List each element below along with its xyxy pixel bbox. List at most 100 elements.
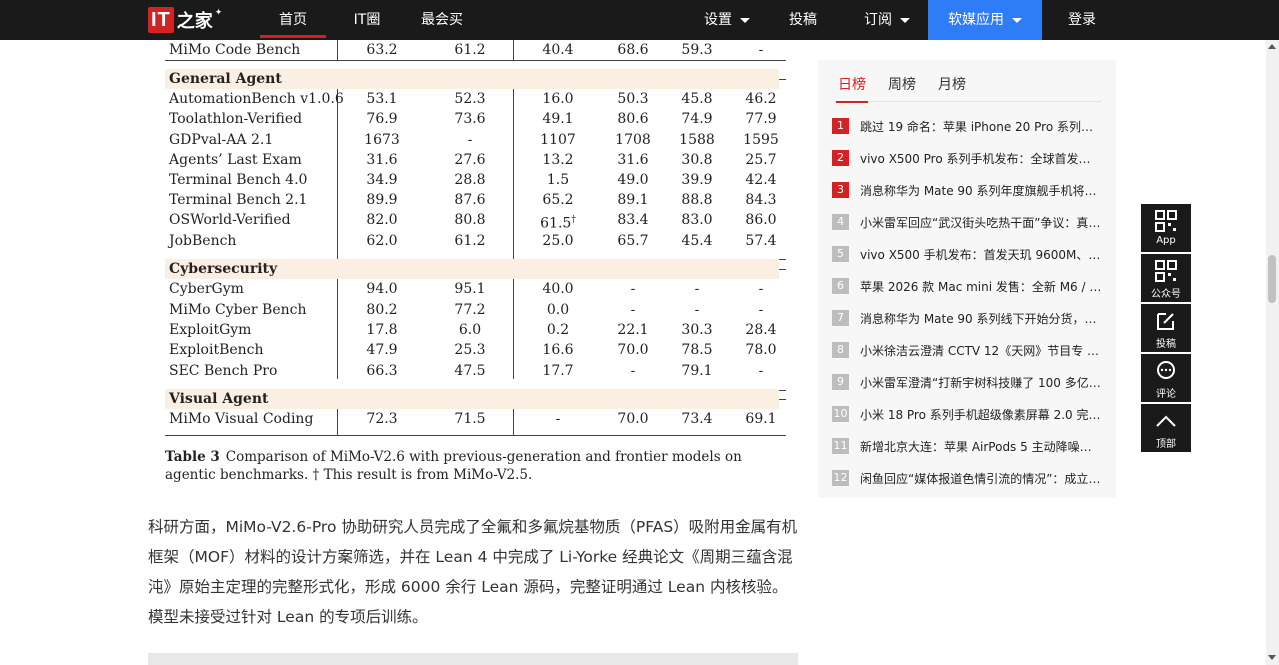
- ranking-item[interactable]: 2 vivo X500 Pro 系列手机发布：全球首发天玑旗舰芯片: [832, 148, 1102, 168]
- table-cell: 83.0: [681, 212, 713, 228]
- scroll-up-arrow-icon[interactable]: [1268, 44, 1276, 49]
- ranking-item[interactable]: 4 小米雷军回应“武汉街头吃热干面”争议：真实行程: [832, 212, 1102, 232]
- ranking-number-badge: 11: [832, 438, 849, 454]
- ranking-item[interactable]: 1 跳过 19 命名：苹果 iPhone 20 Pro 系列早期原型曝光: [832, 116, 1102, 136]
- table-cell: 1708: [615, 132, 651, 148]
- table-cell: -: [630, 281, 636, 297]
- back-to-top-button[interactable]: 顶部: [1141, 404, 1191, 452]
- nav-home[interactable]: 首页: [260, 0, 326, 40]
- table-cell: 40.4: [542, 42, 574, 58]
- table-cell: 74.9: [681, 111, 713, 127]
- table-cell: -: [758, 281, 764, 297]
- table-row-benchmark-name: ExploitGym: [169, 322, 252, 338]
- table-cell: 0.0: [546, 302, 570, 318]
- ranking-item-title: 小米雷军澄清“打新宇树科技赚了 100 多亿”传闻: [860, 375, 1102, 390]
- next-content-block: [148, 653, 798, 665]
- table-cell: 27.6: [454, 152, 486, 168]
- ranking-item-title: 新增北京大连：苹果 AirPods 5 主动降噪耳机上市: [860, 439, 1102, 454]
- ranking-item[interactable]: 3 消息称华为 Mate 90 系列年度旗舰手机将于近期发布: [832, 180, 1102, 200]
- table-row: OSWorld-Verified 82.0 80.8 61.5† 83.4 83.0 86.…: [165, 210, 786, 232]
- table-cell: 65.7: [617, 233, 649, 249]
- table-cell: 13.2: [542, 152, 574, 168]
- ranking-item[interactable]: 10 小米 18 Pro 系列手机超级像素屏幕 2.0 完整曝光: [832, 404, 1102, 424]
- ranking-item-title: vivo X500 Pro 系列手机发布：全球首发天玑旗舰芯片: [860, 151, 1102, 166]
- site-logo[interactable]: IT 之家 ✦: [148, 6, 222, 34]
- table-rule: [165, 60, 786, 61]
- ranking-item[interactable]: 9 小米雷军澄清“打新宇树科技赚了 100 多亿”传闻: [832, 372, 1102, 392]
- table-cell: 1588: [679, 132, 715, 148]
- table-cell: 16.6: [542, 342, 574, 358]
- comment-label: 评论: [1156, 389, 1176, 400]
- table-cell: 82.0: [366, 212, 398, 228]
- table-category-header: General Agent: [165, 69, 779, 89]
- table-cell: 42.4: [745, 172, 777, 188]
- table-row-benchmark-name: GDPval-AA 2.1: [169, 132, 274, 148]
- submit-button[interactable]: 投稿: [1141, 304, 1191, 352]
- table-cell: 72.3: [366, 411, 398, 427]
- table-row-benchmark-name: Terminal Bench 2.1: [169, 192, 308, 208]
- ranking-item-title: 苹果 2026 款 Mac mini 发售：全新 M6 / M6 Pro 芯片: [860, 279, 1102, 294]
- nav-it-circle[interactable]: IT圈: [344, 0, 390, 40]
- table-row-benchmark-name: Toolathlon-Verified: [169, 111, 303, 127]
- ranking-number-badge: 2: [832, 150, 849, 166]
- tab-monthly[interactable]: 月榜: [938, 74, 966, 102]
- table-cell: -: [630, 302, 636, 318]
- table-row-benchmark-name: Terminal Bench 4.0: [169, 172, 308, 188]
- nav-subscribe[interactable]: 订阅: [852, 0, 922, 40]
- table-cell: 25.3: [454, 342, 486, 358]
- table-cell: 76.9: [366, 111, 398, 127]
- caption-label: Table 3: [165, 449, 220, 465]
- table-cell: 80.6: [617, 111, 649, 127]
- table-cell: 50.3: [617, 91, 649, 107]
- nav-settings[interactable]: 设置: [692, 0, 762, 40]
- ranking-item-title: 跳过 19 命名：苹果 iPhone 20 Pro 系列早期原型曝光: [860, 119, 1102, 134]
- tab-weekly[interactable]: 周榜: [888, 74, 916, 102]
- nav-best-buy[interactable]: 最会买: [410, 0, 474, 40]
- app-label: App: [1156, 235, 1176, 246]
- ranking-item[interactable]: 11 新增北京大连：苹果 AirPods 5 主动降噪耳机上市: [832, 436, 1102, 456]
- wechat-qr-button[interactable]: 公众号: [1141, 254, 1191, 302]
- ranking-item[interactable]: 7 消息称华为 Mate 90 系列线下开始分货，即将开售: [832, 308, 1102, 328]
- table-cell: 94.0: [366, 281, 398, 297]
- table-row: MiMo Cyber Bench 80.2 77.2 0.0 - - -: [165, 300, 786, 320]
- ranking-item[interactable]: 8 小米徐洁云澄清 CCTV 12《天网》节目专 SU7 事故: [832, 340, 1102, 360]
- chevron-down-icon: [900, 17, 910, 23]
- nav-submit[interactable]: 投稿: [776, 0, 830, 40]
- table-cell: 69.1: [745, 411, 777, 427]
- comment-button[interactable]: 评论: [1141, 354, 1191, 402]
- table-row-benchmark-name: MiMo Visual Coding: [169, 411, 314, 427]
- ranking-number-badge: 1: [832, 118, 849, 134]
- ranking-item[interactable]: 5 vivo X500 手机发布：首发天玑 9600M、8000mAh 电池: [832, 244, 1102, 264]
- tab-daily[interactable]: 日榜: [836, 74, 868, 103]
- table-cell: -: [758, 363, 764, 379]
- comment-icon: [1157, 361, 1175, 379]
- scrollbar-thumb[interactable]: [1268, 255, 1276, 303]
- nav-apps[interactable]: 软媒应用: [928, 0, 1042, 40]
- ranking-item[interactable]: 12 闲鱼回应“媒体报道色情引流的情况”：成立专项: [832, 468, 1102, 488]
- logo-wordmark: 之家: [176, 11, 213, 32]
- table-row-benchmark-name: SEC Bench Pro: [169, 363, 278, 379]
- table-cell: 73.6: [454, 111, 486, 127]
- ranking-number-badge: 9: [832, 374, 849, 390]
- nav-login[interactable]: 登录: [1054, 0, 1110, 40]
- table-row: SEC Bench Pro 66.3 47.5 17.7 - 79.1 -: [165, 361, 786, 381]
- table-cell: 25.7: [745, 152, 777, 168]
- scroll-down-arrow-icon[interactable]: [1268, 655, 1276, 660]
- table-cell: 45.4: [681, 233, 713, 249]
- ranking-panel: 日榜 周榜 月榜 1 跳过 19 命名：苹果 iPhone 20 Pro 系列早期…: [818, 60, 1116, 498]
- table-row: Terminal Bench 4.0 34.9 28.8 1.5 49.0 39.9 42.…: [165, 170, 786, 190]
- app-qr-button[interactable]: App: [1141, 204, 1191, 252]
- ranking-item[interactable]: 6 苹果 2026 款 Mac mini 发售：全新 M6 / M6 Pro 芯片: [832, 276, 1102, 296]
- page-scrollbar[interactable]: [1266, 40, 1279, 665]
- table-cell: 1107: [540, 132, 576, 148]
- table-row-benchmark-name: ExploitBench: [169, 342, 264, 358]
- table-row: Agents’ Last Exam 31.6 27.6 13.2 31.6 30.8 25.…: [165, 150, 786, 170]
- table-cell: 39.9: [681, 172, 713, 188]
- top-nav-bar: IT 之家 ✦ 首页 IT圈 最会买 设置 投稿 订阅 软媒应用 登录: [0, 0, 1279, 40]
- ranking-item-title: 消息称华为 Mate 90 系列线下开始分货，即将开售: [860, 311, 1102, 326]
- ranking-item-title: 小米雷军回应“武汉街头吃热干面”争议：真实行程: [860, 215, 1102, 230]
- table-cell: -: [467, 132, 473, 148]
- table-row: Toolathlon-Verified 76.9 73.6 49.1 80.6 74.9 7…: [165, 109, 786, 129]
- table-cell: 95.1: [454, 281, 486, 297]
- table-cell: 61.2: [454, 42, 486, 58]
